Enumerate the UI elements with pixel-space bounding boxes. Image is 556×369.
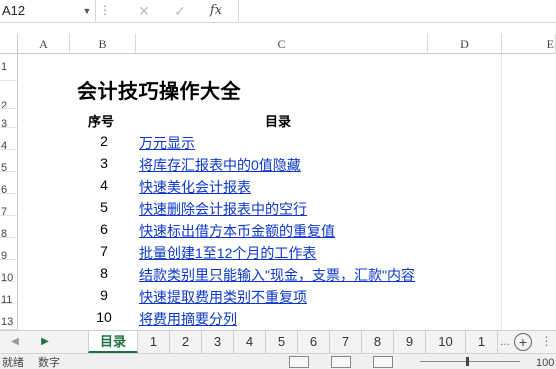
tab-sheet-1[interactable]: 1 [138, 331, 170, 353]
row-header[interactable]: 6 [0, 172, 17, 194]
column-header-a[interactable]: A [18, 34, 70, 54]
tab-splitter-icon[interactable]: ⋮ [537, 331, 556, 353]
entry-link[interactable]: 批量创建1至12个月的工作表 [139, 243, 316, 263]
zoom-slider[interactable] [420, 361, 520, 362]
select-all-corner[interactable] [0, 34, 18, 54]
enter-icon[interactable]: ✓ [168, 0, 192, 22]
column-header-e[interactable]: E [502, 34, 556, 54]
tab-sheet-3[interactable]: 3 [202, 331, 234, 353]
tab-sheet-10[interactable]: 10 [426, 331, 466, 353]
row-header[interactable]: 1 [0, 54, 17, 81]
row-header[interactable]: 4 [0, 128, 17, 150]
entry-number: 3 [100, 155, 108, 171]
entry-link[interactable]: 将费用摘要分列 [139, 309, 237, 329]
zoom-slider-thumb[interactable] [466, 357, 469, 366]
column-header-b[interactable]: B [70, 34, 136, 54]
tab-sheet-5[interactable]: 5 [266, 331, 298, 353]
chevron-down-icon[interactable]: ▼ [80, 0, 94, 22]
row-header[interactable]: 3 [0, 109, 17, 128]
status-numlock: 数字 [38, 357, 60, 369]
entry-number: 9 [100, 287, 108, 303]
formula-input[interactable] [238, 0, 556, 22]
row-header[interactable]: 5 [0, 150, 17, 172]
tab-sheet-11[interactable]: 1 [466, 331, 498, 353]
page-break-view-icon[interactable] [373, 356, 393, 368]
entry-link[interactable]: 快速标出借方本币金额的重复值 [139, 221, 335, 241]
entry-number: 2 [100, 133, 108, 149]
entry-link[interactable]: 快速删除会计报表中的空行 [139, 199, 307, 219]
formula-bar: A12 ▼ ⋮ ✕ ✓ fx [0, 0, 556, 23]
sheet-title: 会计技巧操作大全 [77, 81, 241, 103]
tab-sheet-4[interactable]: 4 [234, 331, 266, 353]
tab-toc[interactable]: 目录 [88, 331, 138, 353]
cancel-icon[interactable]: ✕ [132, 0, 156, 22]
gridline [501, 54, 502, 330]
tab-sheet-2[interactable]: 2 [170, 331, 202, 353]
status-ready: 就绪 [2, 357, 24, 369]
header-table-of-contents: 目录 [265, 114, 292, 129]
more-tabs-icon[interactable]: ... [499, 331, 511, 353]
entry-link[interactable]: 快速提取费用类别不重复项 [139, 287, 307, 307]
add-sheet-button[interactable]: + [514, 333, 532, 351]
entry-link[interactable]: 结款类别里只能输入"现金，支票，汇款"内容 [139, 265, 415, 285]
formula-bar-grip-icon: ⋮ [99, 3, 111, 17]
row-header[interactable]: 11 [0, 282, 17, 304]
tab-sheet-6[interactable]: 6 [298, 331, 330, 353]
tab-sheet-9[interactable]: 9 [394, 331, 426, 353]
row-header[interactable]: 2 [0, 81, 17, 109]
entry-link[interactable]: 将库存汇报表中的0值隐藏 [139, 155, 301, 175]
row-header[interactable]: 13 [0, 304, 17, 330]
entry-number: 4 [100, 177, 108, 193]
row-headers: 1 2 3 4 5 6 7 8 9 10 11 13 [0, 54, 18, 330]
entry-number: 7 [100, 243, 108, 259]
entry-link[interactable]: 快速美化会计报表 [139, 177, 251, 197]
tab-sheet-7[interactable]: 7 [330, 331, 362, 353]
entry-number: 6 [100, 221, 108, 237]
entry-link[interactable]: 万元显示 [139, 133, 195, 153]
row-header[interactable]: 10 [0, 260, 17, 282]
normal-view-icon[interactable] [289, 356, 309, 368]
row-header[interactable]: 9 [0, 238, 17, 260]
column-header-c[interactable]: C [136, 34, 428, 54]
column-header-d[interactable]: D [428, 34, 502, 54]
row-header[interactable]: 8 [0, 216, 17, 238]
tab-scroll-left-icon[interactable]: ◀ [6, 331, 24, 353]
tab-scroll-right-icon[interactable]: ▶ [36, 331, 54, 353]
row-header[interactable]: 7 [0, 194, 17, 216]
page-layout-icon[interactable] [331, 356, 351, 368]
header-serial-number: 序号 [88, 114, 115, 129]
zoom-level[interactable]: 100 [536, 357, 554, 369]
sheet-tab-bar: ◀ ▶ 目录 1 2 3 4 5 6 7 8 9 10 1 ... + ⋮ [0, 330, 556, 353]
entry-number: 5 [100, 199, 108, 215]
entry-number: 8 [100, 265, 108, 281]
column-headers: A B C D E [0, 34, 556, 54]
status-bar: 就绪 数字 100 [0, 353, 556, 369]
tab-sheet-8[interactable]: 8 [362, 331, 394, 353]
insert-function-icon[interactable]: fx [204, 0, 228, 22]
entry-number: 10 [96, 309, 112, 325]
